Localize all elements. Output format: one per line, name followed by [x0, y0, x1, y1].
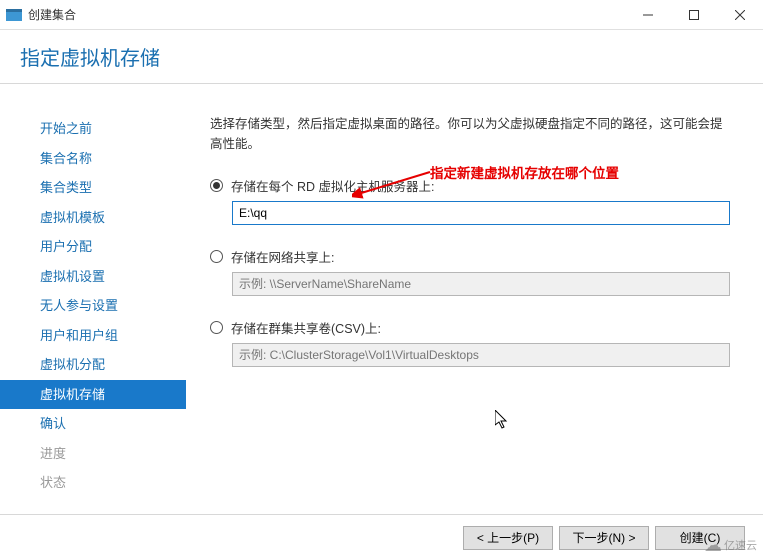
radio-csv[interactable] — [210, 321, 223, 334]
sidebar-item-vm-allocation[interactable]: 虚拟机分配 — [0, 350, 186, 380]
sidebar-item-confirm[interactable]: 确认 — [0, 409, 186, 439]
path-input-csv — [232, 343, 730, 367]
cloud-icon: ☁ — [704, 536, 722, 554]
sidebar: 开始之前 集合名称 集合类型 虚拟机模板 用户分配 虚拟机设置 无人参与设置 用… — [0, 84, 186, 510]
sidebar-item-vm-storage[interactable]: 虚拟机存储 — [0, 380, 186, 410]
description-text: 选择存储类型，然后指定虚拟桌面的路径。你可以为父虚拟硬盘指定不同的路径，这可能会… — [210, 114, 733, 154]
radio-local-label: 存储在每个 RD 虚拟化主机服务器上: — [231, 176, 434, 195]
window-controls — [625, 0, 763, 30]
sidebar-item-vm-settings[interactable]: 虚拟机设置 — [0, 262, 186, 292]
sidebar-item-before-begin[interactable]: 开始之前 — [0, 114, 186, 144]
main-panel: 选择存储类型，然后指定虚拟桌面的路径。你可以为父虚拟硬盘指定不同的路径，这可能会… — [186, 84, 763, 510]
radio-row-network[interactable]: 存储在网络共享上: — [210, 247, 733, 266]
sidebar-item-vm-template[interactable]: 虚拟机模板 — [0, 203, 186, 233]
radio-row-csv[interactable]: 存储在群集共享卷(CSV)上: — [210, 318, 733, 337]
sidebar-item-collection-name[interactable]: 集合名称 — [0, 144, 186, 174]
path-input-local[interactable] — [232, 201, 730, 225]
app-icon — [6, 8, 22, 22]
sidebar-item-user-assignment[interactable]: 用户分配 — [0, 232, 186, 262]
path-input-network — [232, 272, 730, 296]
close-button[interactable] — [717, 0, 763, 30]
annotation-text: 指定新建虚拟机存放在哪个位置 — [430, 162, 619, 182]
footer: < 上一步(P) 下一步(N) > 创建(C) — [0, 514, 763, 560]
watermark: ☁ 亿速云 — [704, 536, 757, 554]
radio-network-label: 存储在网络共享上: — [231, 247, 334, 266]
sidebar-item-users-groups[interactable]: 用户和用户组 — [0, 321, 186, 351]
watermark-text: 亿速云 — [724, 537, 757, 553]
sidebar-item-progress: 进度 — [0, 439, 186, 469]
header: 指定虚拟机存储 — [0, 30, 763, 84]
sidebar-item-unattended-settings[interactable]: 无人参与设置 — [0, 291, 186, 321]
radio-network[interactable] — [210, 250, 223, 263]
radio-csv-label: 存储在群集共享卷(CSV)上: — [231, 318, 381, 337]
minimize-button[interactable] — [625, 0, 671, 30]
sidebar-item-status: 状态 — [0, 468, 186, 498]
titlebar: 创建集合 — [0, 0, 763, 30]
sidebar-item-collection-type[interactable]: 集合类型 — [0, 173, 186, 203]
page-title: 指定虚拟机存储 — [20, 42, 763, 71]
next-button[interactable]: 下一步(N) > — [559, 526, 649, 550]
radio-local[interactable] — [210, 179, 223, 192]
window-title: 创建集合 — [28, 6, 76, 23]
previous-button[interactable]: < 上一步(P) — [463, 526, 553, 550]
maximize-button[interactable] — [671, 0, 717, 30]
